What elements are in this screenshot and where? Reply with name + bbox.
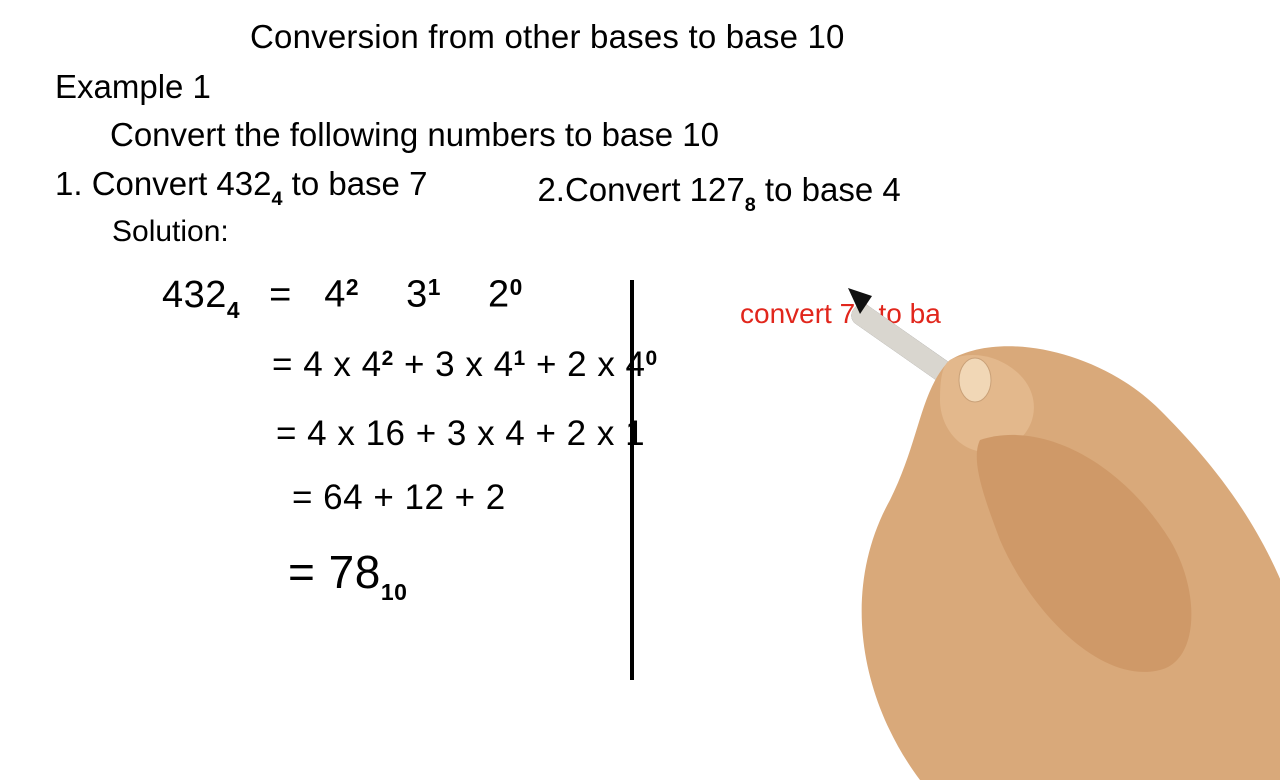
step2-eq: =: [272, 345, 293, 384]
problem-2-suffix: to base 4: [756, 171, 901, 208]
step1-lhs-num: 432: [162, 274, 227, 316]
step1-lhs-sub: 4: [227, 297, 240, 323]
whiteboard-canvas: Conversion from other bases to base 10 E…: [0, 0, 1280, 720]
page-title: Conversion from other bases to base 10: [250, 18, 845, 56]
step-2: = 4 x 42 + 3 x 41 + 2 x 40: [272, 345, 658, 385]
step1-t2-base: 3: [406, 274, 428, 316]
step5-eq: =: [288, 546, 329, 598]
vertical-divider: [630, 280, 634, 680]
step2-c-exp: 0: [646, 347, 658, 370]
problem-2-subscript: 8: [745, 194, 756, 216]
step2-a: 4 x 4: [303, 345, 381, 384]
right-side-note: convert 78 to ba: [740, 298, 941, 330]
step-3: = 4 x 16 + 3 x 4 + 2 x 1: [276, 414, 645, 454]
example-label: Example 1: [55, 68, 211, 106]
step-1: 4324 = 42 31 20: [162, 272, 541, 321]
step2-b: + 3 x 4: [404, 345, 514, 384]
step1-t1-exp: 2: [346, 274, 359, 300]
problems-row: 1. Convert 4324 to base 7 2.Convert 1278…: [55, 165, 1240, 215]
problem-1: 1. Convert 4324 to base 7: [55, 165, 427, 215]
step5-sub: 10: [381, 579, 408, 605]
step2-a-exp: 2: [382, 347, 394, 370]
solution-label: Solution:: [112, 215, 229, 249]
problem-1-subscript: 4: [271, 188, 282, 210]
step1-eq: =: [269, 274, 295, 317]
problem-1-suffix: to base 7: [282, 165, 427, 202]
step1-t3-exp: 0: [510, 274, 523, 300]
step1-t2-exp: 1: [428, 274, 441, 300]
step2-b-exp: 1: [514, 347, 526, 370]
step-4: = 64 + 12 + 2: [292, 478, 506, 518]
problem-2-prefix: 2.Convert 127: [537, 171, 744, 208]
step-5: = 7810: [288, 545, 407, 604]
step1-t1-base: 4: [324, 274, 346, 316]
problem-2: 2.Convert 1278 to base 4: [537, 171, 900, 215]
problem-1-prefix: 1. Convert 432: [55, 165, 271, 202]
subtitle: Convert the following numbers to base 10: [110, 116, 719, 154]
step1-t3-base: 2: [488, 274, 510, 316]
step5-num: 78: [329, 546, 381, 598]
